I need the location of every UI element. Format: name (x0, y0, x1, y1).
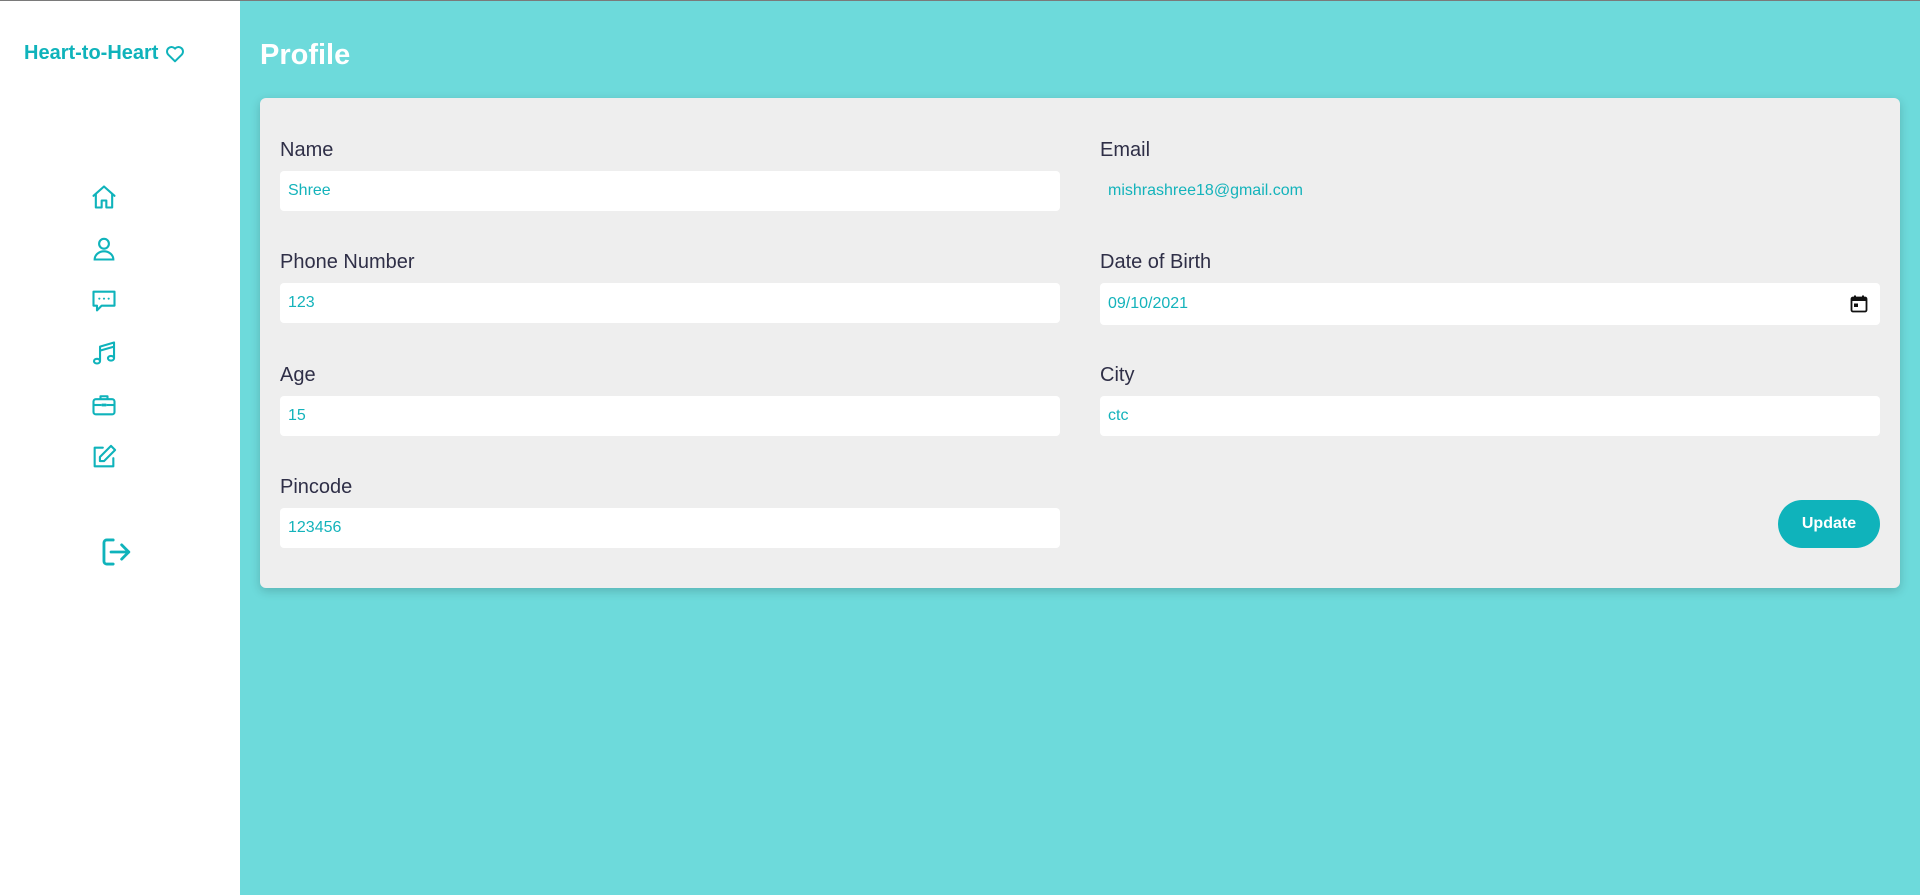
phone-input[interactable] (280, 283, 1060, 323)
name-input[interactable] (280, 171, 1060, 211)
phone-field-group: Phone Number (280, 251, 1060, 323)
phone-label: Phone Number (280, 251, 415, 273)
pincode-input[interactable] (280, 508, 1060, 548)
brand-name: Heart-to-Heart (24, 42, 159, 64)
user-icon (90, 235, 118, 263)
pincode-label: Pincode (280, 476, 353, 498)
city-input[interactable] (1100, 396, 1880, 436)
name-field-group: Name (280, 139, 1060, 211)
email-field-group: Email mishrashree18@gmail.com (1100, 139, 1880, 211)
briefcase-icon (90, 391, 118, 419)
age-input[interactable] (280, 396, 1060, 436)
heart-icon (165, 45, 185, 63)
dob-value: 09/10/2021 (1108, 295, 1189, 312)
logout-icon (98, 535, 134, 569)
city-field-group: City (1100, 364, 1880, 436)
email-value: mishrashree18@gmail.com (1108, 182, 1303, 199)
dob-input[interactable]: 09/10/2021 (1100, 283, 1880, 325)
city-label: City (1100, 364, 1135, 386)
calendar-icon[interactable] (1850, 295, 1868, 313)
sidebar-item-profile[interactable] (88, 233, 120, 265)
page-title: Profile (260, 39, 351, 71)
edit-icon (90, 443, 118, 471)
age-field-group: Age (280, 364, 1060, 436)
logout-button[interactable] (96, 534, 136, 570)
dob-label: Date of Birth (1100, 251, 1212, 273)
chat-icon (90, 287, 118, 315)
sidebar: Heart-to-Heart (0, 1, 240, 895)
brand-logo[interactable]: Heart-to-Heart (24, 42, 185, 65)
home-icon (90, 183, 118, 211)
sidebar-item-jobs[interactable] (88, 389, 120, 421)
sidebar-nav (88, 181, 120, 493)
sidebar-item-chat[interactable] (88, 285, 120, 317)
music-icon (90, 339, 118, 367)
sidebar-item-music[interactable] (88, 337, 120, 369)
update-button[interactable]: Update (1778, 500, 1880, 548)
email-label: Email (1100, 139, 1151, 161)
pincode-field-group: Pincode (280, 476, 1060, 548)
name-label: Name (280, 139, 334, 161)
dob-field-group: Date of Birth 09/10/2021 (1100, 251, 1880, 325)
profile-form-card: Name Email mishrashree18@gmail.com Phone… (260, 98, 1900, 588)
sidebar-item-edit[interactable] (88, 441, 120, 473)
sidebar-item-home[interactable] (88, 181, 120, 213)
age-label: Age (280, 364, 316, 386)
